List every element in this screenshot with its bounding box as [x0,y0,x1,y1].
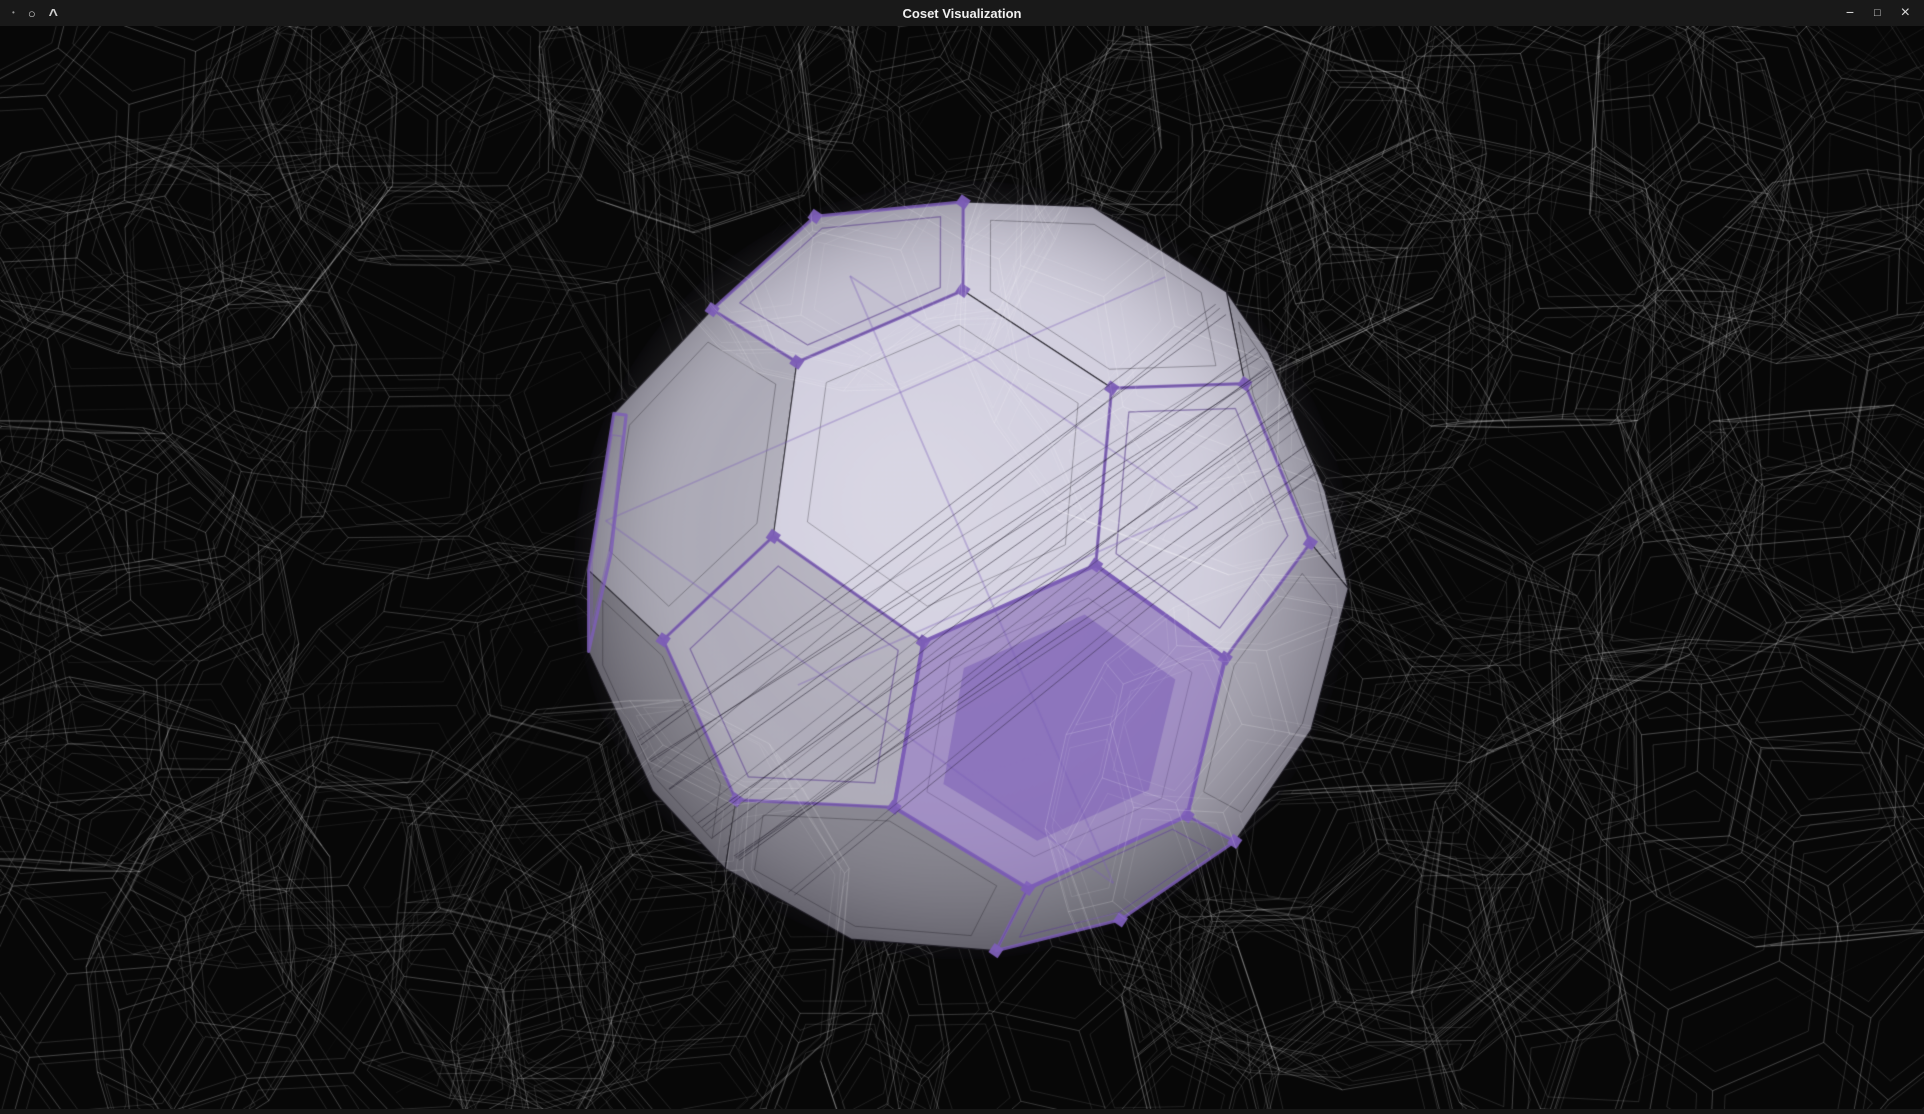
window-title: Coset Visualization [0,6,1924,21]
window-bottom-edge [0,1109,1924,1114]
app-window: • ○ ^ Coset Visualization − □ × [0,0,1924,1114]
maximize-button[interactable]: □ [1874,8,1881,19]
caret-up-icon[interactable]: ^ [49,8,58,24]
visualization-viewport [0,26,1924,1109]
minimize-button[interactable]: − [1846,5,1854,19]
record-circle-icon[interactable]: ○ [28,7,36,20]
titlebar[interactable]: • ○ ^ Coset Visualization − □ × [0,0,1924,26]
titlebar-left-icons: • ○ ^ [0,5,58,21]
close-button[interactable]: × [1901,5,1910,21]
window-controls: − □ × [1846,5,1924,21]
viewport-canvas[interactable] [0,26,1924,1109]
status-dot-icon: • [12,9,15,17]
